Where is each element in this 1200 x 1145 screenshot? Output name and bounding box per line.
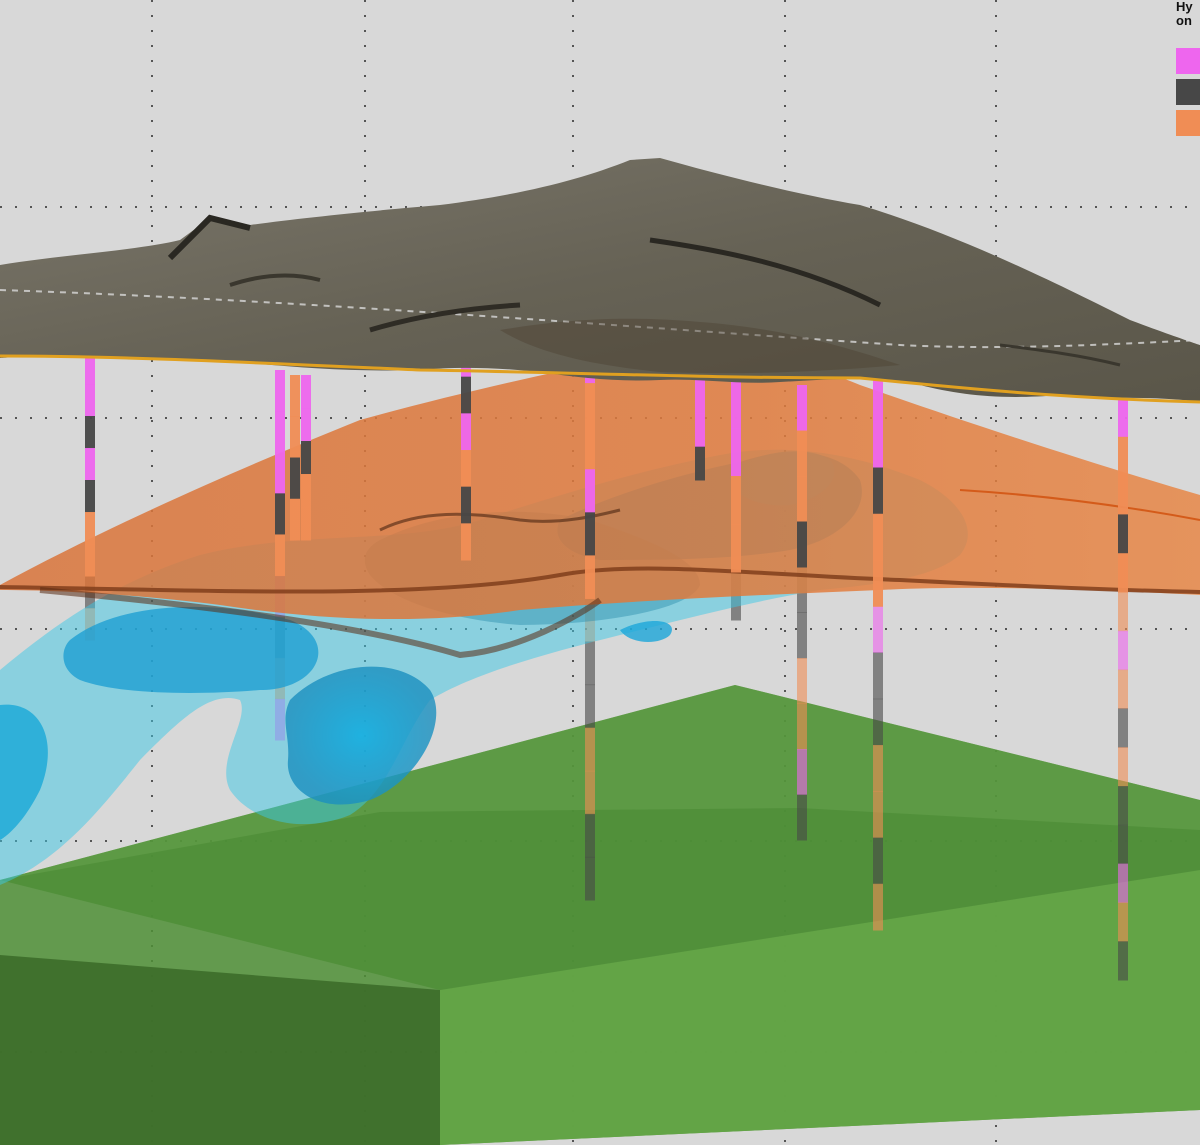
borehole-11-segment bbox=[1118, 630, 1128, 671]
borehole-11-segment bbox=[1118, 708, 1128, 748]
borehole-9-segment bbox=[797, 521, 807, 568]
borehole-9-segment bbox=[797, 749, 807, 795]
borehole-11-segment bbox=[1118, 669, 1128, 709]
borehole-6-segment bbox=[585, 512, 595, 556]
borehole-2-segment bbox=[275, 452, 285, 494]
borehole-6-segment bbox=[585, 856, 595, 901]
borehole-11-segment bbox=[1118, 941, 1128, 981]
borehole-6-segment bbox=[585, 469, 595, 513]
borehole-6-segment bbox=[585, 684, 595, 729]
borehole-10-segment bbox=[873, 791, 883, 838]
borehole-10-segment bbox=[873, 421, 883, 468]
borehole-6-segment bbox=[585, 555, 595, 599]
borehole-8-segment bbox=[731, 380, 741, 429]
3d-viewport[interactable]: Hy on bbox=[0, 0, 1200, 1145]
legend-swatch-dark-gray bbox=[1176, 79, 1200, 105]
legend-title-line-1: Hy bbox=[1176, 0, 1193, 14]
borehole-1-segment bbox=[85, 480, 95, 513]
borehole-11-segment bbox=[1118, 398, 1128, 438]
borehole-6-segment bbox=[585, 383, 595, 427]
borehole-1-segment bbox=[85, 544, 95, 577]
borehole-11-segment bbox=[1118, 553, 1128, 593]
borehole-9-segment bbox=[797, 658, 807, 704]
borehole-11-segment bbox=[1118, 786, 1128, 826]
borehole-10-segment bbox=[873, 883, 883, 931]
borehole-10-segment bbox=[873, 513, 883, 561]
borehole-9-segment bbox=[797, 794, 807, 841]
borehole-2-segment bbox=[275, 493, 285, 535]
borehole-1-segment bbox=[85, 416, 95, 449]
borehole-6-segment bbox=[585, 641, 595, 686]
borehole-4-segment bbox=[301, 375, 311, 409]
borehole-10-segment bbox=[873, 698, 883, 746]
borehole-11-segment bbox=[1118, 747, 1128, 787]
borehole-1-segment bbox=[85, 512, 95, 545]
borehole-11-segment bbox=[1118, 902, 1128, 942]
legend-swatch-magenta bbox=[1176, 48, 1200, 74]
borehole-2-segment bbox=[275, 534, 285, 577]
borehole-11-segment bbox=[1118, 514, 1128, 554]
borehole-9-segment bbox=[797, 612, 807, 659]
borehole-10-segment bbox=[873, 375, 883, 422]
borehole-3-segment bbox=[290, 416, 300, 458]
borehole-10-segment bbox=[873, 837, 883, 885]
borehole-2-segment bbox=[275, 370, 285, 412]
borehole-7-segment bbox=[695, 446, 705, 481]
borehole-3-segment bbox=[290, 498, 300, 541]
borehole-10-segment bbox=[873, 467, 883, 515]
geologic-3d-model[interactable] bbox=[0, 0, 1200, 1145]
borehole-11-segment bbox=[1118, 436, 1128, 477]
legend-title-line-2: on bbox=[1176, 13, 1192, 28]
borehole-5-segment bbox=[461, 523, 471, 561]
borehole-6-segment bbox=[585, 426, 595, 470]
borehole-4-segment bbox=[301, 507, 311, 541]
borehole-8-segment bbox=[731, 428, 741, 477]
borehole-6-segment bbox=[585, 770, 595, 815]
borehole-1-segment bbox=[85, 384, 95, 417]
borehole-10-segment bbox=[873, 606, 883, 653]
borehole-1-segment bbox=[85, 448, 95, 481]
borehole-3-segment bbox=[290, 457, 300, 500]
legend-swatch-orange bbox=[1176, 110, 1200, 136]
borehole-10-segment bbox=[873, 560, 883, 607]
borehole-7-segment bbox=[695, 380, 705, 414]
borehole-5-segment bbox=[461, 450, 471, 488]
borehole-9-segment bbox=[797, 430, 807, 477]
borehole-4-segment bbox=[301, 474, 311, 508]
borehole-9-segment bbox=[797, 476, 807, 522]
borehole-11-segment bbox=[1118, 824, 1128, 865]
basement-block bbox=[0, 685, 1200, 1145]
borehole-4-segment bbox=[301, 408, 311, 442]
borehole-8-segment bbox=[731, 476, 741, 525]
borehole-6-segment bbox=[585, 813, 595, 858]
borehole-11-segment bbox=[1118, 592, 1128, 632]
borehole-10-segment bbox=[873, 745, 883, 792]
borehole-4-segment bbox=[301, 441, 311, 475]
borehole-5-segment bbox=[461, 413, 471, 451]
borehole-9-segment bbox=[797, 703, 807, 750]
borehole-9-segment bbox=[797, 385, 807, 431]
borehole-7-segment bbox=[695, 413, 705, 448]
legend-title: Hy on bbox=[1176, 0, 1193, 28]
terrain-surface bbox=[0, 158, 1200, 404]
borehole-3-segment bbox=[290, 375, 300, 417]
borehole-5-segment bbox=[461, 376, 471, 414]
borehole-5-segment bbox=[461, 486, 471, 524]
borehole-11-segment bbox=[1118, 863, 1128, 903]
borehole-8-segment bbox=[731, 524, 741, 573]
borehole-10-segment bbox=[873, 652, 883, 700]
borehole-2-segment bbox=[275, 411, 285, 453]
borehole-11-segment bbox=[1118, 475, 1128, 515]
legend: Hy on bbox=[1174, 0, 1200, 140]
borehole-6-segment bbox=[585, 727, 595, 772]
